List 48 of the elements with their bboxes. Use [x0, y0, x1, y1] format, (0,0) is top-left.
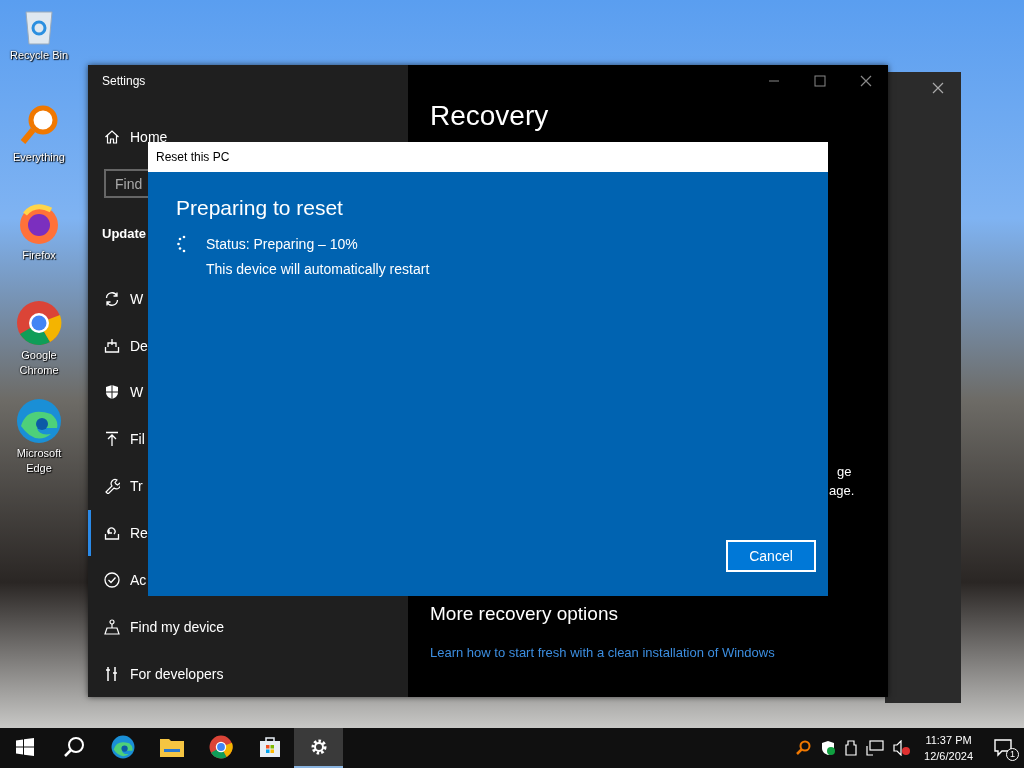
window-title: Settings — [101, 73, 147, 90]
section-heading: Update — [102, 225, 147, 244]
upload-icon — [104, 431, 120, 448]
folder-icon — [159, 737, 184, 757]
recovery-icon — [104, 525, 120, 541]
sync-icon — [104, 290, 120, 307]
clock-date[interactable]: 12/6/2024 — [924, 748, 973, 764]
windows-logo-icon — [15, 738, 34, 756]
volume-muted-icon[interactable] — [893, 740, 912, 756]
clean-install-link[interactable]: Learn how to start fresh with a clean installation of Windows — [430, 645, 775, 660]
store-bag-icon — [258, 736, 281, 758]
tray-upload-icon — [104, 337, 120, 354]
check-circle-icon — [104, 571, 120, 588]
desktop-icon-label[interactable]: Microsoft Edge — [4, 446, 74, 476]
page-title: Recovery — [430, 100, 550, 132]
close-icon[interactable] — [860, 75, 872, 87]
magnifier-icon[interactable] — [795, 740, 812, 756]
usb-drive-icon[interactable] — [845, 740, 858, 756]
taskbar-button[interactable] — [294, 728, 343, 768]
maximize-icon[interactable] — [814, 75, 826, 87]
network-icon[interactable] — [866, 740, 885, 756]
shield-icon — [104, 384, 120, 401]
chrome-icon[interactable] — [16, 300, 62, 346]
notification-count: 1 — [1006, 748, 1019, 761]
dialog-heading: Preparing to reset — [176, 196, 344, 220]
search-icon — [62, 736, 85, 758]
nav-item[interactable]: For developers — [88, 650, 408, 697]
section-heading: More recovery options — [430, 603, 619, 625]
dialog-title: Reset this PC — [148, 142, 828, 172]
desktop-icon-label[interactable]: Google Chrome — [4, 348, 74, 378]
edge-icon[interactable] — [16, 398, 62, 444]
tools-icon — [104, 665, 120, 682]
clock-time[interactable]: 11:37 PM — [925, 732, 972, 748]
spinner-icon — [176, 235, 188, 253]
status-text: Status: Preparing – 10% — [206, 236, 358, 253]
cancel-button[interactable]: Cancel — [726, 540, 816, 572]
shield-icon[interactable] — [820, 740, 837, 756]
nav-item[interactable]: Find my device — [88, 603, 408, 651]
home-icon — [104, 129, 120, 146]
edge-icon — [110, 735, 135, 759]
notification-icon[interactable] — [994, 739, 1014, 757]
restart-note: This device will automatically restart — [206, 261, 430, 278]
locate-person-icon — [104, 618, 120, 635]
description-text: age. — [829, 482, 855, 500]
wrench-icon — [104, 478, 120, 495]
description-text: ge — [837, 463, 852, 481]
close-icon[interactable] — [932, 82, 944, 94]
chrome-icon — [208, 735, 233, 759]
